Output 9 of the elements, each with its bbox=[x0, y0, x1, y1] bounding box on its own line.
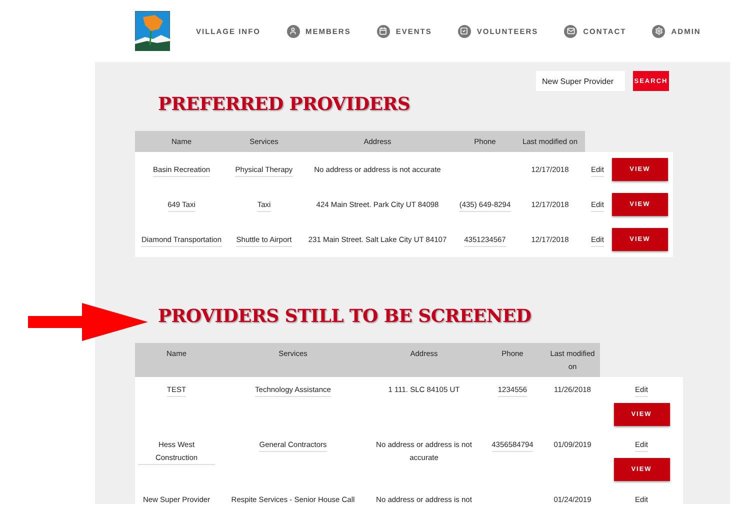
search-field[interactable]: New Super Provider bbox=[536, 71, 625, 91]
settings-icon bbox=[652, 24, 666, 38]
calendar-icon bbox=[376, 24, 390, 38]
section-heading: PROVIDERS STILL TO BE SCREENED bbox=[158, 305, 532, 329]
user-icon bbox=[286, 24, 300, 38]
mail-icon bbox=[564, 24, 578, 38]
section-heading: PREFERRED PROVIDERS bbox=[158, 93, 412, 117]
logo bbox=[135, 11, 170, 51]
checkbox-icon bbox=[458, 24, 471, 38]
